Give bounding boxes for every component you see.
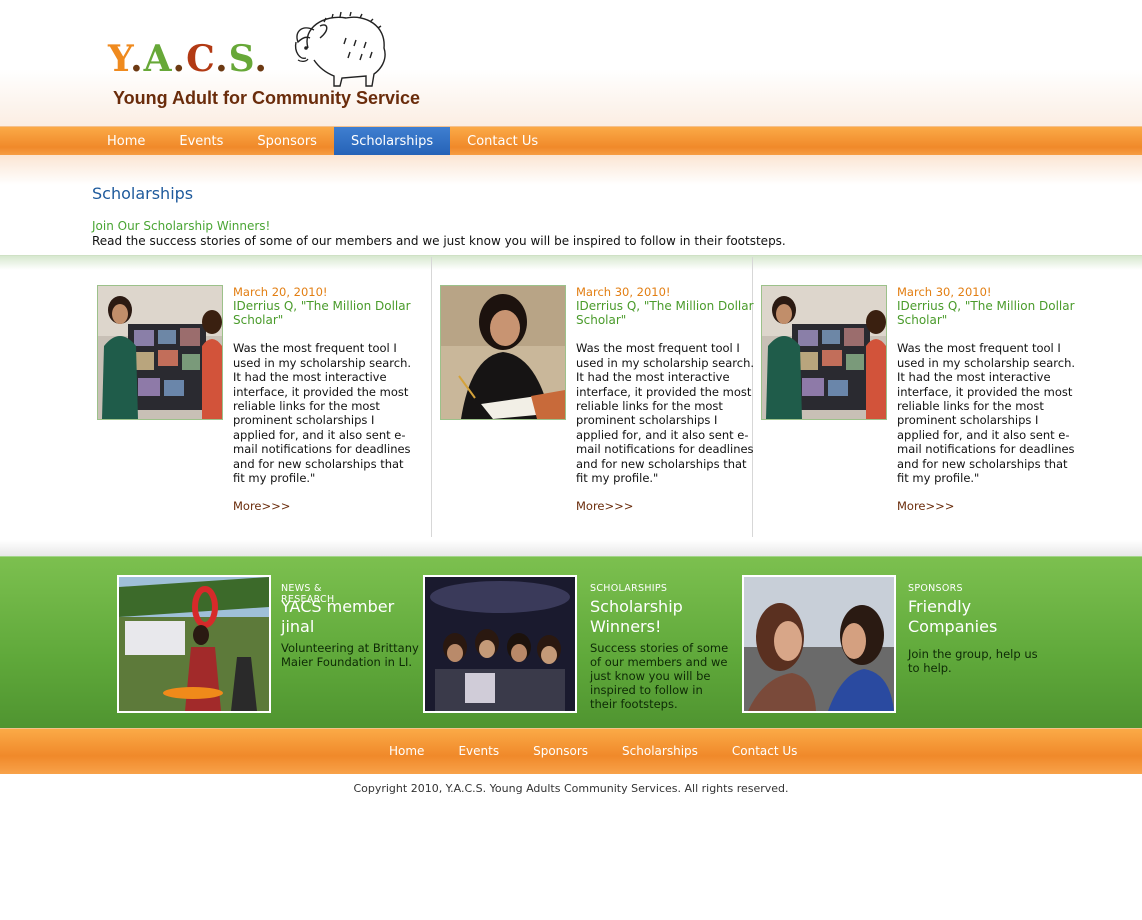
logo-dot: .	[215, 38, 229, 80]
story-more-link[interactable]: More>>>	[897, 499, 1077, 513]
nav-shadow	[0, 155, 1142, 185]
story-photo-image	[762, 286, 886, 419]
story-body: March 30, 2010! IDerrius Q, "The Million…	[576, 285, 756, 514]
copyright-text: Copyright 2010, Y.A.C.S. Young Adults Co…	[353, 782, 789, 795]
story-text: Was the most frequent tool I used in my …	[233, 341, 412, 486]
site-logo[interactable]: Y.A.C.S.	[108, 38, 268, 80]
site-header: Y.A.C.S. Young Adult for Community Servi…	[0, 0, 1142, 126]
feature-description: Volunteering at Brittany Maier Foundatio…	[281, 641, 419, 669]
story-date: March 30, 2010!	[897, 285, 992, 299]
page-title: Scholarships	[92, 184, 194, 203]
intro-text: Read the success stories of some of our …	[92, 234, 786, 248]
story-photo[interactable]	[97, 285, 223, 420]
feature-title[interactable]: Friendly Companies	[908, 597, 1058, 637]
story-date: March 30, 2010!	[576, 285, 671, 299]
story-title[interactable]: IDerrius Q, "The Million Dollar Scholar"	[897, 299, 1077, 327]
feature-title[interactable]: YACS member jinal	[281, 597, 431, 637]
column-divider	[431, 257, 432, 537]
footer-nav-events[interactable]: Events	[441, 729, 516, 774]
feature-photo[interactable]	[423, 575, 577, 713]
logo-dot: .	[254, 38, 268, 80]
story-photo[interactable]	[440, 285, 566, 420]
feature-title[interactable]: Scholarship Winners!	[590, 597, 740, 637]
story-title[interactable]: IDerrius Q, "The Million Dollar Scholar"	[576, 299, 756, 327]
nav-events[interactable]: Events	[162, 127, 240, 156]
story-date: March 20, 2010!	[233, 285, 328, 299]
nav-home[interactable]: Home	[90, 127, 162, 156]
story-photo-image	[98, 286, 222, 419]
feature-description: Join the group, help us to help.	[908, 647, 1038, 675]
story-body: March 30, 2010! IDerrius Q, "The Million…	[897, 285, 1077, 514]
story-more-link[interactable]: More>>>	[576, 499, 756, 513]
feature-photo[interactable]	[742, 575, 896, 713]
story-photo[interactable]	[761, 285, 887, 420]
story-body: March 20, 2010! IDerrius Q, "The Million…	[233, 285, 413, 514]
logo-letter: A	[143, 38, 173, 80]
section-separator	[0, 540, 1142, 556]
story-title[interactable]: IDerrius Q, "The Million Dollar Scholar"	[233, 299, 413, 327]
footer-navigation: Home Events Sponsors Scholarships Contac…	[0, 728, 1142, 774]
feature-kicker: SPONSORS	[908, 583, 963, 594]
feature-photo-image	[425, 577, 575, 711]
logo-dot: .	[130, 38, 144, 80]
footer-nav-home[interactable]: Home	[372, 729, 441, 774]
nav-sponsors[interactable]: Sponsors	[240, 127, 334, 156]
intro-subtitle: Join Our Scholarship Winners!	[92, 219, 271, 233]
logo-letter: Y	[108, 38, 131, 80]
site-tagline: Young Adult for Community Service	[113, 88, 421, 108]
story-photo-image	[441, 286, 565, 419]
story-text: Was the most frequent tool I used in my …	[897, 341, 1076, 486]
features-band: NEWS & RESEARCH YACS member jinal Volunt…	[0, 556, 1142, 729]
logo-dot: .	[172, 38, 187, 80]
logo-letter: S	[228, 38, 255, 80]
feature-photo[interactable]	[117, 575, 271, 713]
top-navigation: Home Events Sponsors Scholarships Contac…	[0, 126, 1142, 156]
feature-kicker: SCHOLARSHIPS	[590, 583, 668, 594]
feature-description: Success stories of some of our members a…	[590, 641, 729, 711]
nav-scholarships[interactable]: Scholarships	[333, 127, 451, 156]
footer-nav-scholarships[interactable]: Scholarships	[605, 729, 715, 774]
story-more-link[interactable]: More>>>	[233, 499, 413, 513]
musk-ox-mascot-icon	[294, 11, 386, 87]
footer-nav-contact-us[interactable]: Contact Us	[715, 729, 815, 774]
footer-nav-sponsors[interactable]: Sponsors	[516, 729, 605, 774]
nav-contact-us[interactable]: Contact Us	[450, 127, 555, 156]
logo-letter: C	[186, 38, 216, 80]
stories-band-top	[0, 255, 1142, 270]
feature-photo-image	[744, 577, 894, 711]
story-text: Was the most frequent tool I used in my …	[576, 341, 755, 486]
feature-photo-image	[119, 577, 269, 711]
